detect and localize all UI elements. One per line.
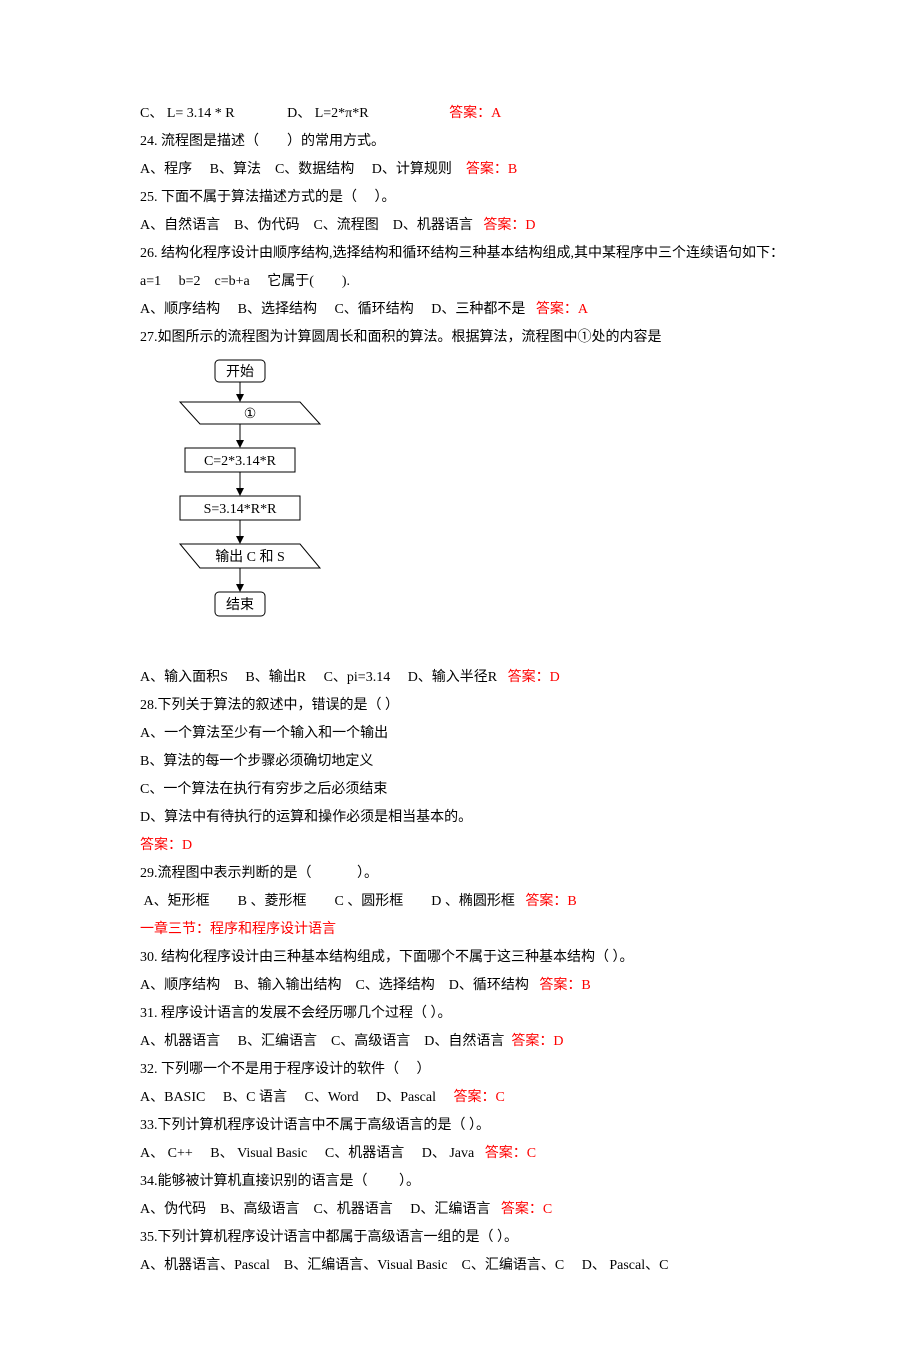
q31-stem: 31. 程序设计语言的发展不会经历哪几个过程（ ）。 <box>140 1000 790 1028</box>
q34-answer: 答案：C <box>501 1202 552 1217</box>
q25-line: A、自然语言 B、伪代码 C、流程图 D、机器语言 答案：D <box>140 212 790 240</box>
q33-stem: 33.下列计算机程序设计语言中不属于高级语言的是（ ）。 <box>140 1112 790 1140</box>
q29-opts: A、矩形框 B 、菱形框 C 、圆形框 D 、椭圆形框 <box>140 894 515 909</box>
q23-optC: C、 L= 3.14 * R <box>140 106 235 121</box>
q24-opts: A、程序 B、算法 C、数据结构 D、计算规则 <box>140 162 452 177</box>
q24-answer: 答案：B <box>466 162 517 177</box>
q23-answer: 答案：A <box>449 106 501 121</box>
q28-stem: 28.下列关于算法的叙述中，错误的是（ ） <box>140 692 790 720</box>
q23-options: C、 L= 3.14 * R D、 L=2*π*R 答案：A <box>140 100 790 128</box>
flow-box3: S=3.14*R*R <box>204 502 278 517</box>
q30-opts: A、顺序结构 B、输入输出结构 C、选择结构 D、循环结构 <box>140 978 529 993</box>
q30-answer: 答案：B <box>539 978 590 993</box>
q28-a: A、一个算法至少有一个输入和一个输出 <box>140 720 790 748</box>
q28-c: C、一个算法在执行有穷步之后必须结束 <box>140 776 790 804</box>
flow-box4: 输出 C 和 S <box>215 549 285 565</box>
q27-opts: A、输入面积S B、输出R C、pi=3.14 D、输入半径R <box>140 670 497 685</box>
q30-line: A、顺序结构 B、输入输出结构 C、选择结构 D、循环结构 答案：B <box>140 972 790 1000</box>
q29-stem: 29.流程图中表示判断的是（ ）。 <box>140 860 790 888</box>
q32-opts: A、BASIC B、C 语言 C、Word D、Pascal <box>140 1090 436 1105</box>
q28-answer: 答案：D <box>140 832 790 860</box>
q24-line: A、程序 B、算法 C、数据结构 D、计算规则 答案：B <box>140 156 790 184</box>
q26-opts: A、顺序结构 B、选择结构 C、循环结构 D、三种都不是 <box>140 302 525 317</box>
q27-line: A、输入面积S B、输出R C、pi=3.14 D、输入半径R 答案：D <box>140 664 790 692</box>
flow-box2: C=2*3.14*R <box>204 454 277 469</box>
q32-line: A、BASIC B、C 语言 C、Word D、Pascal 答案：C <box>140 1084 790 1112</box>
flow-start: 开始 <box>226 364 254 380</box>
flow-end: 结束 <box>226 597 254 613</box>
q23-optD: D、 L=2*π*R <box>287 106 368 121</box>
q32-answer: 答案：C <box>454 1090 505 1105</box>
q25-stem: 25. 下面不属于算法描述方式的是（ ）。 <box>140 184 790 212</box>
q31-answer: 答案：D <box>511 1034 563 1049</box>
q34-stem: 34.能够被计算机直接识别的语言是（ ）。 <box>140 1168 790 1196</box>
q31-line: A、机器语言 B、汇编语言 C、高级语言 D、自然语言 答案：D <box>140 1028 790 1056</box>
q30-stem: 30. 结构化程序设计由三种基本结构组成，下面哪个不属于这三种基本结构（ ）。 <box>140 944 790 972</box>
q26-stem2: a=1 b=2 c=b+a 它属于( ). <box>140 268 790 296</box>
q27-answer: 答案：D <box>508 670 560 685</box>
q28-b: B、算法的每一个步骤必须确切地定义 <box>140 748 790 776</box>
q25-opts: A、自然语言 B、伪代码 C、流程图 D、机器语言 <box>140 218 473 233</box>
flowchart-svg: 开始 ① C=2*3.14*R S=3.14*R*R 输出 C 和 S 结束 <box>160 358 340 658</box>
q27-stem: 27.如图所示的流程图为计算圆周长和面积的算法。根据算法，流程图中①处的内容是 <box>140 324 790 352</box>
q32-stem: 32. 下列哪一个不是用于程序设计的软件（ ） <box>140 1056 790 1084</box>
flow-box1: ① <box>244 407 257 422</box>
flowchart: 开始 ① C=2*3.14*R S=3.14*R*R 输出 C 和 S 结束 <box>160 358 790 658</box>
q33-line: A、 C++ B、 Visual Basic C、机器语言 D、 Java 答案… <box>140 1140 790 1168</box>
q24-stem: 24. 流程图是描述（ ）的常用方式。 <box>140 128 790 156</box>
q29-answer: 答案：B <box>525 894 576 909</box>
q31-opts: A、机器语言 B、汇编语言 C、高级语言 D、自然语言 <box>140 1034 504 1049</box>
q25-answer: 答案：D <box>483 218 535 233</box>
q26-stem1: 26. 结构化程序设计由顺序结构,选择结构和循环结构三种基本结构组成,其中某程序… <box>140 240 790 268</box>
q28-d: D、算法中有待执行的运算和操作必须是相当基本的。 <box>140 804 790 832</box>
q29-line: A、矩形框 B 、菱形框 C 、圆形框 D 、椭圆形框 答案：B <box>140 888 790 916</box>
q26-line: A、顺序结构 B、选择结构 C、循环结构 D、三种都不是 答案：A <box>140 296 790 324</box>
q34-opts: A、伪代码 B、高级语言 C、机器语言 D、汇编语言 <box>140 1202 490 1217</box>
q34-line: A、伪代码 B、高级语言 C、机器语言 D、汇编语言 答案：C <box>140 1196 790 1224</box>
q33-opts: A、 C++ B、 Visual Basic C、机器语言 D、 Java <box>140 1146 474 1161</box>
q33-answer: 答案：C <box>485 1146 536 1161</box>
q35-stem: 35.下列计算机程序设计语言中都属于高级语言一组的是（ ）。 <box>140 1224 790 1252</box>
q35-opts: A、机器语言、Pascal B、汇编语言、Visual Basic C、汇编语言… <box>140 1252 790 1280</box>
q26-answer: 答案：A <box>536 302 588 317</box>
section-heading: 一章三节：程序和程序设计语言 <box>140 916 790 944</box>
